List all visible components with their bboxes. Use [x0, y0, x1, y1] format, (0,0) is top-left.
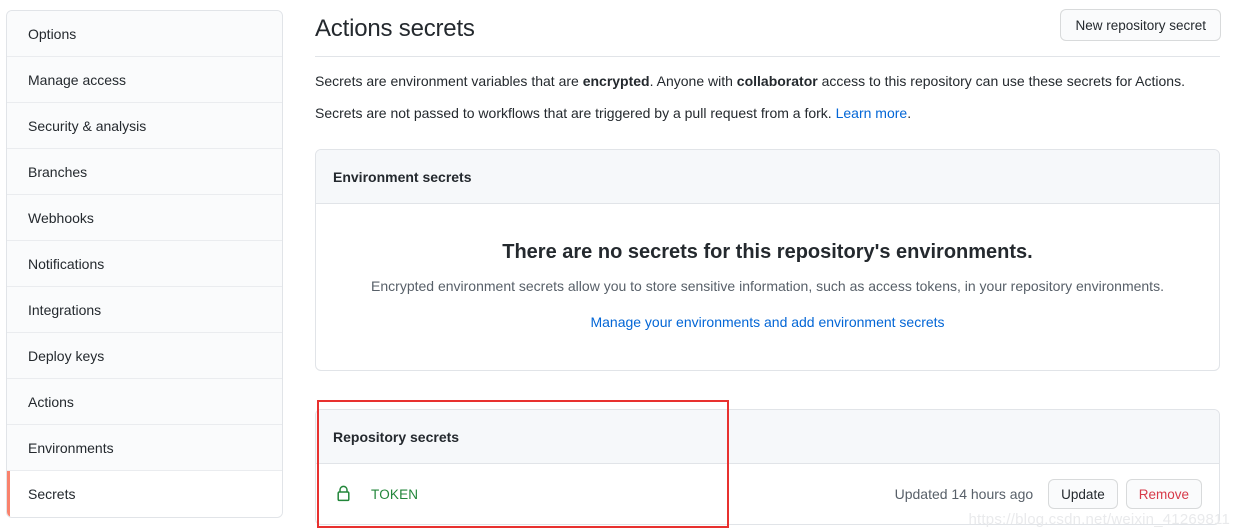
- desc-text-1: Secrets are environment variables that a…: [315, 73, 583, 89]
- repository-secrets-panel: Repository secrets TOKEN Updated 14 hour…: [315, 409, 1220, 525]
- learn-more-link[interactable]: Learn more: [836, 105, 908, 121]
- sidebar-item-label: Integrations: [28, 302, 102, 318]
- desc-text-3: access to this repository can use these …: [817, 73, 1185, 89]
- desc-text-5: .: [907, 105, 912, 121]
- lock-icon: [336, 484, 352, 504]
- desc-bold-encrypted: encrypted: [582, 73, 650, 89]
- page-header: Actions secrets New repository secret: [315, 0, 1223, 56]
- secrets-description-line-1: Secrets are environment variables that a…: [315, 57, 1223, 91]
- environment-secrets-panel-title: Environment secrets: [316, 150, 1219, 204]
- sidebar-item-integrations[interactable]: Integrations: [7, 287, 282, 333]
- empty-state-subtitle: Encrypted environment secrets allow you …: [371, 278, 1164, 294]
- sidebar-item-notifications[interactable]: Notifications: [7, 241, 282, 287]
- desc-bold-collaborator: collaborator: [736, 73, 818, 89]
- main-content: Actions secrets New repository secret Se…: [315, 0, 1223, 525]
- settings-page: Options Manage access Security & analysi…: [0, 0, 1238, 530]
- empty-state-title: There are no secrets for this repository…: [502, 241, 1033, 263]
- desc-text-4: Secrets are not passed to workflows that…: [315, 105, 836, 121]
- sidebar-item-security-analysis[interactable]: Security & analysis: [7, 103, 282, 149]
- sidebar-item-secrets[interactable]: Secrets: [7, 471, 282, 517]
- sidebar-item-environments[interactable]: Environments: [7, 425, 282, 471]
- secret-name[interactable]: TOKEN: [371, 487, 418, 502]
- environment-secrets-panel: Environment secrets There are no secrets…: [315, 149, 1220, 371]
- sidebar-item-options[interactable]: Options: [7, 11, 282, 57]
- sidebar-item-label: Actions: [28, 394, 74, 410]
- watermark: https://blog.csdn.net/weixin_41269811: [968, 511, 1230, 528]
- sidebar-item-label: Environments: [28, 440, 114, 456]
- sidebar-item-webhooks[interactable]: Webhooks: [7, 195, 282, 241]
- sidebar-item-label: Webhooks: [28, 210, 94, 226]
- settings-sidebar: Options Manage access Security & analysi…: [6, 10, 283, 518]
- desc-text-2: . Anyone with: [649, 73, 737, 89]
- sidebar-item-manage-access[interactable]: Manage access: [7, 57, 282, 103]
- sidebar-item-actions[interactable]: Actions: [7, 379, 282, 425]
- new-repository-secret-button[interactable]: New repository secret: [1060, 9, 1221, 41]
- update-secret-button[interactable]: Update: [1048, 479, 1118, 509]
- sidebar-item-label: Manage access: [28, 72, 127, 88]
- sidebar-item-branches[interactable]: Branches: [7, 149, 282, 195]
- environment-secrets-empty-state: There are no secrets for this repository…: [316, 204, 1219, 370]
- secrets-description-line-2: Secrets are not passed to workflows that…: [315, 91, 1223, 123]
- manage-environments-link[interactable]: Manage your environments and add environ…: [590, 314, 944, 330]
- sidebar-item-label: Deploy keys: [28, 348, 105, 364]
- sidebar-item-label: Notifications: [28, 256, 105, 272]
- secret-updated-timestamp: Updated 14 hours ago: [894, 486, 1034, 502]
- sidebar-item-label: Options: [28, 26, 77, 42]
- repository-secrets-panel-title: Repository secrets: [316, 410, 1219, 464]
- sidebar-item-label: Secrets: [28, 486, 76, 502]
- sidebar-item-label: Security & analysis: [28, 118, 147, 134]
- remove-secret-button[interactable]: Remove: [1125, 479, 1202, 509]
- sidebar-item-label: Branches: [28, 164, 88, 180]
- sidebar-item-deploy-keys[interactable]: Deploy keys: [7, 333, 282, 379]
